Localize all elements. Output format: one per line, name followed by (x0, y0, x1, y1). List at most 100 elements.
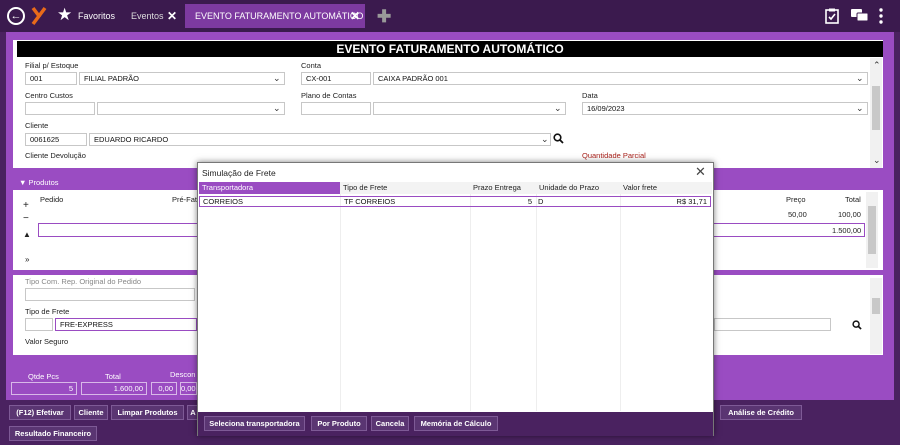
por-produto-button[interactable]: Por Produto (311, 416, 367, 431)
remove-row-icon[interactable]: − (23, 213, 29, 224)
data-label: Data (582, 91, 598, 100)
plano-select[interactable] (373, 102, 566, 115)
total-label: Total (105, 372, 121, 381)
col-prazo-entrega[interactable]: Prazo Entrega (470, 182, 536, 194)
lower-scrollbar-thumb[interactable] (872, 298, 880, 314)
cliente-label: Cliente (25, 121, 49, 130)
form-scroll-down-icon[interactable]: ⌄ (873, 155, 881, 166)
page-title: EVENTO FATURAMENTO AUTOMÁTICO (17, 41, 883, 57)
tipo-com-label: Tipo Com. Rep. Original do Pedido (25, 277, 142, 286)
conta-select[interactable]: CAIXA PADRÃO 001 (373, 72, 868, 85)
close-tab-eventos-icon[interactable]: ✕ (167, 9, 177, 23)
row1-total: 100,00 (838, 210, 861, 219)
top-bar: ← ★ Favoritos Eventos ✕ EVENTO FATURAMEN… (0, 0, 900, 32)
form-scroll-up-icon[interactable]: ⌃ (873, 60, 881, 71)
col-divider (536, 194, 537, 411)
row2-total: 1.500,00 (832, 226, 862, 235)
row-unidade: D (538, 197, 544, 206)
tab-evento-faturamento[interactable]: EVENTO FATURAMENTO AUTOMÁTICO ✕ (185, 4, 365, 28)
add-row-icon[interactable]: + (23, 200, 29, 211)
memoria-calculo-button[interactable]: Memória de Cálculo (414, 416, 498, 431)
cancela-button[interactable]: Cancela (371, 416, 409, 431)
cliente-devolucao-label: Cliente Devolução (25, 151, 86, 160)
tipo-frete-search-icon[interactable] (852, 320, 862, 330)
plano-code-field[interactable] (301, 102, 371, 115)
dialog-title: Simulação de Frete (202, 168, 276, 178)
conta-chevron-down-icon[interactable]: ⌄ (856, 73, 864, 84)
conta-code-field[interactable]: CX-001 (301, 72, 371, 85)
valor-seguro-label: Valor Seguro (25, 337, 69, 346)
collapse-icon[interactable]: » (25, 255, 29, 264)
seleciona-transportadora-button[interactable]: Seleciona transportadora (204, 416, 305, 431)
resultado-financeiro-button[interactable]: Resultado Financeiro (9, 426, 97, 441)
tab-evento-faturamento-label: EVENTO FATURAMENTO AUTOMÁTICO (195, 11, 364, 21)
filial-select[interactable]: FILIAL PADRÃO (79, 72, 285, 85)
centro-code-field[interactable] (25, 102, 95, 115)
chat-icon[interactable] (851, 9, 869, 23)
col-divider (340, 194, 341, 411)
tipo-frete-field[interactable]: FRE-EXPRESS (55, 318, 197, 331)
star-icon[interactable]: ★ (57, 5, 72, 25)
tab-eventos[interactable]: Eventos (131, 11, 164, 21)
data-chevron-down-icon[interactable]: ⌄ (856, 103, 864, 114)
col-unidade-prazo[interactable]: Unidade do Prazo (536, 182, 620, 194)
tipo-com-field[interactable] (25, 288, 195, 301)
total-field: 1.600,00 (81, 382, 147, 395)
filial-chevron-down-icon[interactable]: ⌄ (273, 73, 281, 84)
cliente-select[interactable]: EDUARDO RICARDO (89, 133, 551, 146)
col-divider (470, 194, 471, 411)
qtde-pcs-label: Qtde Pcs (28, 372, 59, 381)
row1-preco: 50,00 (788, 210, 807, 219)
back-icon[interactable]: ← (7, 7, 25, 25)
cliente-search-icon[interactable] (553, 133, 564, 144)
row-valor: R$ 31,71 (676, 197, 707, 206)
col-pedido: Pedido (40, 195, 64, 204)
plano-chevron-down-icon[interactable]: ⌄ (554, 103, 562, 114)
row-prazo: 5 (527, 197, 532, 206)
desconto-field-1: 0,00 (151, 382, 177, 395)
row-transportadora: CORREIOS (203, 197, 244, 206)
desconto-label: Descon (170, 370, 196, 379)
cliente-chevron-down-icon[interactable]: ⌄ (541, 134, 549, 145)
tipo-frete-label: Tipo de Frete (25, 307, 70, 316)
filial-label: Filial p/ Estoque (25, 61, 79, 70)
cliente-code-field[interactable]: 0061625 (25, 133, 87, 146)
form-scrollbar-thumb[interactable] (872, 86, 880, 130)
plano-contas-label: Plano de Contas (301, 91, 357, 100)
col-preco: Preço (786, 195, 806, 204)
centro-custos-label: Centro Custos (25, 91, 73, 100)
tipo-frete-extra-field[interactable] (714, 318, 831, 331)
filial-code-field[interactable]: 001 (25, 72, 77, 85)
col-transportadora[interactable]: Transportadora (199, 182, 340, 194)
dialog-close-icon[interactable]: ✕ (695, 164, 706, 180)
simulacao-frete-dialog: Simulação de Frete ✕ Transportadora Tipo… (197, 162, 714, 436)
efetivar-button[interactable]: (F12) Efetivar (9, 405, 71, 420)
col-divider (620, 194, 621, 411)
conta-label: Conta (301, 61, 322, 70)
col-prefat: Pré-Fat (172, 195, 198, 204)
col-valor-frete[interactable]: Valor frete (620, 182, 712, 194)
limpar-produtos-button[interactable]: Limpar Produtos (111, 405, 184, 420)
lower-scrollbar[interactable] (870, 278, 882, 354)
analise-credito-button[interactable]: Análise de Crédito (720, 405, 802, 420)
qtde-pcs-field: 5 (11, 382, 77, 395)
col-total: Total (845, 195, 861, 204)
data-field[interactable]: 16/09/2023 (582, 102, 868, 115)
centro-select[interactable] (97, 102, 285, 115)
centro-chevron-down-icon[interactable]: ⌄ (273, 103, 281, 114)
tipo-frete-code-field[interactable] (25, 318, 53, 331)
more-vertical-icon[interactable] (878, 8, 884, 24)
dialog-footer: Seleciona transportadora Por Produto Can… (198, 412, 713, 436)
logo-icon (31, 6, 47, 26)
desconto-field-2: 0,00 (180, 382, 197, 395)
produtos-scrollbar-thumb[interactable] (868, 206, 876, 254)
new-tab-icon[interactable]: ✚ (377, 7, 391, 27)
col-tipo-frete[interactable]: Tipo de Frete (340, 182, 470, 194)
favorites-label[interactable]: Favoritos (78, 11, 115, 21)
move-up-icon[interactable]: ▲ (23, 230, 31, 239)
close-tab-active-icon[interactable]: ✕ (350, 9, 360, 23)
quantidade-parcial-label: Quantidade Parcial (582, 151, 646, 160)
clipboard-check-icon[interactable] (825, 8, 839, 24)
row-tipo-frete: TF CORREIOS (344, 197, 396, 206)
cliente-button[interactable]: Cliente (74, 405, 108, 420)
